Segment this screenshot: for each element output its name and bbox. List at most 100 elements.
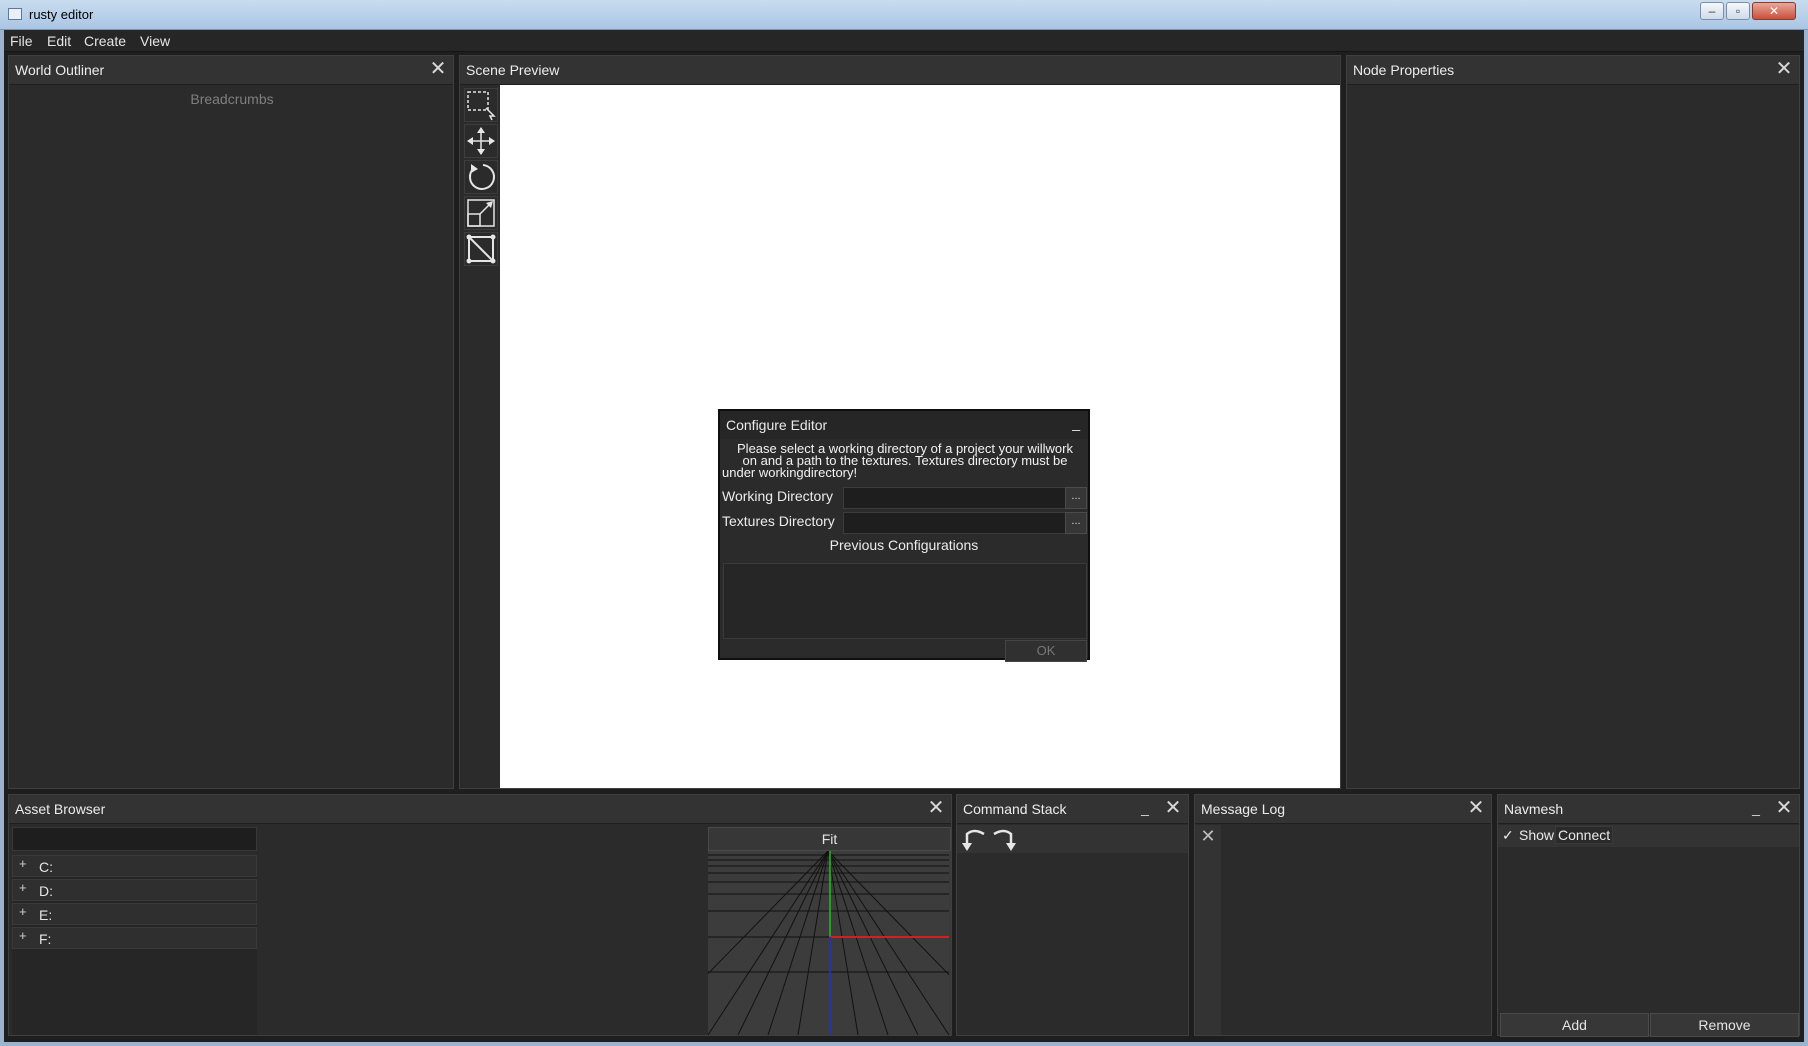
dialog-message: Please select a working directory of a p… — [722, 442, 1088, 480]
minimize-button[interactable]: _ — [1749, 801, 1763, 817]
dialog-minimize-button[interactable]: _ — [1072, 415, 1080, 431]
rotate-tool-button[interactable] — [464, 160, 498, 194]
working-directory-field[interactable] — [843, 487, 1073, 509]
menu-view[interactable]: View — [140, 33, 170, 49]
scale-tool-button[interactable] — [464, 196, 498, 230]
maximize-window-button[interactable]: ▫ — [1726, 2, 1750, 20]
close-icon[interactable]: ✕ — [1775, 798, 1793, 818]
fit-button[interactable]: Fit — [708, 827, 951, 851]
expand-icon[interactable]: + — [19, 857, 31, 870]
working-directory-browse-button[interactable]: ... — [1065, 487, 1087, 509]
breadcrumbs: Breadcrumbs — [190, 91, 274, 107]
minimize-button[interactable]: _ — [1138, 801, 1152, 817]
add-button[interactable]: Add — [1500, 1013, 1649, 1037]
close-icon[interactable]: ✕ — [927, 798, 945, 818]
folder-tree: + C: + D: + E: + F: — [12, 855, 257, 1035]
expand-icon[interactable]: + — [19, 929, 31, 942]
textures-directory-label: Textures Directory — [722, 513, 835, 529]
node-properties-header: Node Properties ✕ — [1347, 56, 1799, 85]
message-list[interactable] — [1223, 825, 1491, 1035]
tree-item-e[interactable]: + E: — [12, 903, 257, 925]
asset-search-input[interactable] — [12, 827, 257, 851]
command-list[interactable] — [957, 855, 1188, 1035]
show-checkbox-label[interactable]: Show — [1519, 827, 1554, 843]
command-stack-header: Command Stack _ ✕ — [957, 795, 1188, 824]
close-icon[interactable]: ✕ — [1775, 59, 1793, 79]
navmesh-title: Navmesh — [1504, 801, 1564, 817]
redo-icon — [993, 829, 1016, 851]
dialog-message-line: under workingdirectory! — [722, 465, 858, 480]
scene-preview-title: Scene Preview — [466, 62, 560, 78]
expand-icon[interactable]: + — [19, 905, 31, 918]
asset-browser-title: Asset Browser — [15, 801, 106, 817]
navmesh-edit-icon — [466, 234, 496, 264]
previous-configurations-label: Previous Configurations — [829, 537, 979, 553]
close-icon[interactable]: ✕ — [1164, 798, 1182, 818]
dialog-title: Configure Editor — [726, 417, 828, 433]
node-properties-panel: Node Properties ✕ — [1346, 55, 1800, 789]
checkbox-check-icon[interactable]: ✓ — [1502, 827, 1514, 844]
undo-button[interactable] — [960, 826, 988, 852]
command-stack-toolbar — [957, 825, 1188, 853]
rotate-icon — [469, 164, 495, 190]
remove-button[interactable]: Remove — [1650, 1013, 1799, 1037]
menu-bar: File Edit Create View — [4, 30, 1804, 52]
world-outliner-panel: World Outliner ✕ Breadcrumbs — [8, 55, 454, 789]
tree-item-label: C: — [39, 859, 53, 875]
undo-icon — [962, 829, 985, 851]
minimize-window-button[interactable]: – — [1700, 2, 1724, 20]
menu-edit[interactable]: Edit — [47, 33, 71, 49]
scene-toolbar — [460, 85, 500, 788]
message-log-sidebar: ✕ — [1195, 825, 1221, 1035]
tree-item-label: D: — [39, 883, 53, 899]
dialog-header[interactable]: Configure Editor _ — [720, 411, 1088, 439]
asset-file-list[interactable] — [259, 827, 707, 1035]
scale-icon — [467, 199, 495, 227]
node-properties-title: Node Properties — [1353, 62, 1455, 78]
window-title: rusty editor — [29, 7, 94, 22]
navmesh-panel: Navmesh _ ✕ ✓ Show Connect Add Remove — [1497, 794, 1800, 1037]
textures-directory-field[interactable] — [843, 512, 1073, 534]
tree-item-d[interactable]: + D: — [12, 879, 257, 901]
navmesh-tool-button[interactable] — [464, 232, 498, 266]
message-log-title: Message Log — [1201, 801, 1286, 817]
asset-browser-panel: Asset Browser ✕ + C: + D: + E: + F: Fit — [8, 794, 952, 1036]
connect-button[interactable]: Connect — [1555, 826, 1614, 844]
clear-log-icon[interactable]: ✕ — [1199, 827, 1217, 845]
previous-configurations-list[interactable] — [723, 563, 1087, 639]
configure-editor-dialog: Configure Editor _ Please select a worki… — [718, 409, 1090, 662]
app-icon — [8, 8, 22, 20]
window-title-bar[interactable]: rusty editor – ▫ ✕ — [0, 0, 1808, 30]
select-icon — [467, 91, 496, 121]
ok-button[interactable]: OK — [1005, 640, 1087, 662]
close-window-button[interactable]: ✕ — [1752, 2, 1796, 20]
scene-preview-header: Scene Preview — [460, 56, 1340, 85]
navmesh-list[interactable] — [1498, 849, 1799, 1011]
tree-item-f[interactable]: + F: — [12, 927, 257, 949]
close-icon[interactable]: ✕ — [429, 59, 447, 79]
navmesh-options-row: ✓ Show Connect — [1498, 825, 1799, 847]
menu-file[interactable]: File — [10, 33, 33, 49]
move-icon — [467, 127, 495, 155]
redo-button[interactable] — [990, 826, 1018, 852]
navmesh-header: Navmesh _ ✕ — [1498, 795, 1799, 824]
textures-directory-browse-button[interactable]: ... — [1065, 512, 1087, 534]
working-directory-label: Working Directory — [722, 488, 833, 504]
move-tool-button[interactable] — [464, 124, 498, 158]
menu-create[interactable]: Create — [84, 33, 126, 49]
message-log-header: Message Log ✕ — [1195, 795, 1491, 824]
tree-item-c[interactable]: + C: — [12, 855, 257, 877]
message-log-panel: Message Log ✕ ✕ — [1194, 794, 1492, 1036]
select-tool-button[interactable] — [464, 88, 498, 122]
world-outliner-header: World Outliner ✕ — [9, 56, 453, 85]
asset-browser-header: Asset Browser ✕ — [9, 795, 951, 824]
expand-icon[interactable]: + — [19, 881, 31, 894]
world-outliner-title: World Outliner — [15, 62, 105, 78]
preview-grid — [708, 851, 949, 1035]
tree-item-label: E: — [39, 907, 53, 923]
asset-preview[interactable]: Fit — [708, 827, 951, 1035]
command-stack-title: Command Stack — [963, 801, 1067, 817]
close-icon[interactable]: ✕ — [1467, 798, 1485, 818]
tree-item-label: F: — [39, 931, 52, 947]
command-stack-panel: Command Stack _ ✕ — [956, 794, 1189, 1036]
